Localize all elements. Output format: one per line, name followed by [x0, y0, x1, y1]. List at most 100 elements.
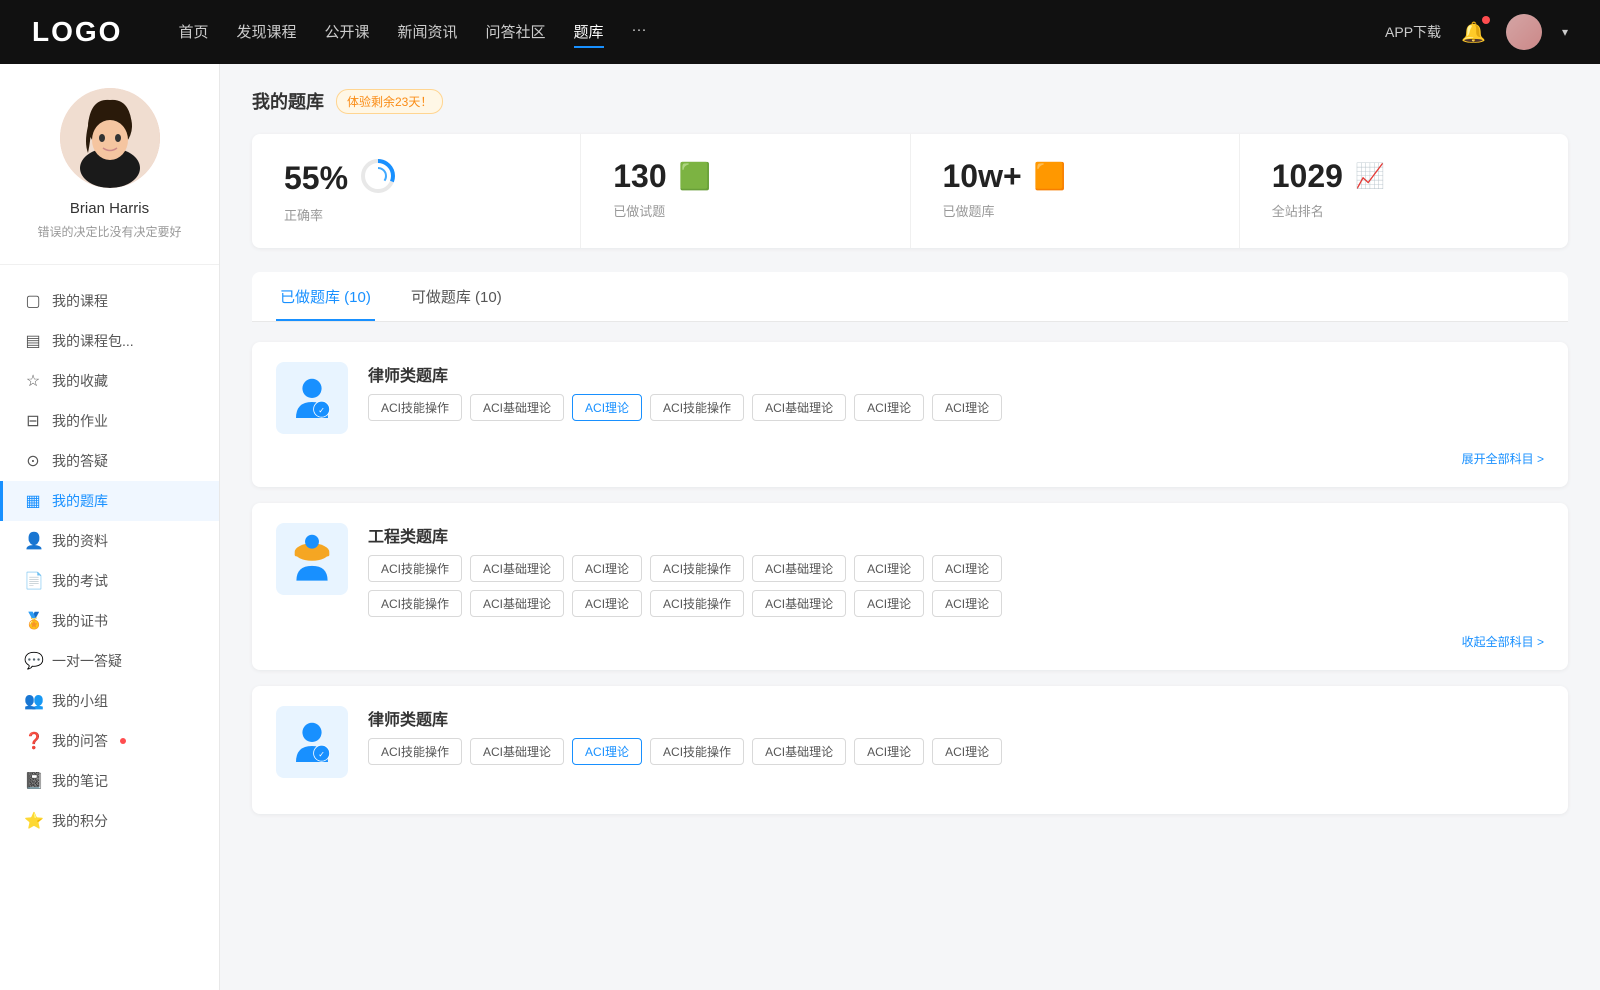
tag-3-3[interactable]: ACI技能操作: [650, 738, 744, 765]
notification-bell[interactable]: 🔔: [1461, 20, 1486, 45]
notes-icon: 📓: [24, 771, 42, 791]
done-banks-label: 已做题库: [943, 201, 1207, 220]
stat-ranking: 1029 📈 全站排名: [1240, 134, 1568, 248]
tag-1-3[interactable]: ACI技能操作: [650, 394, 744, 421]
engineer-icon: [286, 533, 338, 585]
sidebar-item-my-qa[interactable]: ❓ 我的问答: [0, 721, 219, 761]
tag-2-4[interactable]: ACI基础理论: [752, 555, 846, 582]
lawyer-icon-wrap: ✓: [276, 362, 348, 434]
list-green-icon: 🟩: [679, 161, 711, 192]
qbank-icon: ▦: [24, 491, 42, 511]
expand-btn-1[interactable]: 展开全部科目 >: [276, 450, 1544, 467]
qbank-tags-3: ACI技能操作 ACI基础理论 ACI理论 ACI技能操作 ACI基础理论 AC…: [368, 738, 1002, 765]
qbank-card-lawyer-2: ✓ 律师类题库 ACI技能操作 ACI基础理论 ACI理论 ACI技能操作 AC…: [252, 686, 1568, 814]
tag-2-6[interactable]: ACI理论: [932, 555, 1002, 582]
user-motto: 错误的决定比没有决定要好: [16, 223, 203, 240]
avatar[interactable]: [1506, 14, 1542, 50]
nav-more[interactable]: ···: [632, 17, 647, 48]
tag-2-7[interactable]: ACI技能操作: [368, 590, 462, 617]
tag-3-4[interactable]: ACI基础理论: [752, 738, 846, 765]
nav-news[interactable]: 新闻资讯: [398, 17, 458, 48]
tag-1-6[interactable]: ACI理论: [932, 394, 1002, 421]
nav-discover[interactable]: 发现课程: [236, 17, 296, 48]
qbank-title-3: 律师类题库: [368, 706, 1002, 730]
sidebar-item-course-packages[interactable]: ▤ 我的课程包...: [0, 321, 219, 361]
tag-2-3[interactable]: ACI技能操作: [650, 555, 744, 582]
tab-done[interactable]: 已做题库 (10): [276, 272, 375, 321]
certificate-icon: 🏅: [24, 611, 42, 631]
sidebar-item-favorites[interactable]: ☆ 我的收藏: [0, 361, 219, 401]
sidebar-item-groups[interactable]: 👥 我的小组: [0, 681, 219, 721]
engineer-icon-wrap: [276, 523, 348, 595]
tag-1-0[interactable]: ACI技能操作: [368, 394, 462, 421]
tag-2-9[interactable]: ACI理论: [572, 590, 642, 617]
nav-open-course[interactable]: 公开课: [324, 17, 369, 48]
accuracy-label: 正确率: [284, 205, 548, 224]
file-icon: 📄: [24, 571, 42, 591]
unread-badge: [120, 738, 126, 744]
lawyer-icon: ✓: [288, 374, 336, 422]
tag-2-12[interactable]: ACI理论: [854, 590, 924, 617]
nav-right: APP下载 🔔 ▾: [1385, 14, 1568, 50]
tag-3-6[interactable]: ACI理论: [932, 738, 1002, 765]
page-title: 我的题库: [252, 88, 324, 114]
chevron-down-icon[interactable]: ▾: [1562, 25, 1568, 39]
nav-items: 首页 发现课程 公开课 新闻资讯 问答社区 题库 ···: [178, 17, 1353, 48]
sidebar-item-homework[interactable]: ⊟ 我的作业: [0, 401, 219, 441]
tag-1-4[interactable]: ACI基础理论: [752, 394, 846, 421]
qbank-title-2: 工程类题库: [368, 523, 1002, 547]
points-icon: ⭐: [24, 811, 42, 831]
chat-icon: 💬: [24, 651, 42, 671]
sidebar-item-qbank[interactable]: ▦ 我的题库: [0, 481, 219, 521]
user-name: Brian Harris: [16, 200, 203, 217]
app-download-button[interactable]: APP下载: [1385, 22, 1441, 42]
sidebar-item-profile[interactable]: 👤 我的资料: [0, 521, 219, 561]
trial-badge: 体验剩余23天！: [336, 89, 443, 114]
done-questions-label: 已做试题: [613, 201, 877, 220]
star-icon: ☆: [24, 371, 42, 391]
nav-qbank[interactable]: 题库: [574, 17, 604, 48]
stat-done-questions: 130 🟩 已做试题: [581, 134, 910, 248]
profile-avatar: [60, 88, 160, 188]
tag-3-2[interactable]: ACI理论: [572, 738, 642, 765]
tag-2-0[interactable]: ACI技能操作: [368, 555, 462, 582]
tabs-row: 已做题库 (10) 可做题库 (10): [252, 272, 1568, 322]
tag-2-11[interactable]: ACI基础理论: [752, 590, 846, 617]
tag-2-10[interactable]: ACI技能操作: [650, 590, 744, 617]
qbank-card-lawyer-1: ✓ 律师类题库 ACI技能操作 ACI基础理论 ACI理论 ACI技能操作 AC…: [252, 342, 1568, 487]
done-questions-value: 130: [613, 158, 666, 195]
navbar: LOGO 首页 发现课程 公开课 新闻资讯 问答社区 题库 ··· APP下载 …: [0, 0, 1600, 64]
tag-1-1[interactable]: ACI基础理论: [470, 394, 564, 421]
svg-text:✓: ✓: [318, 406, 325, 415]
tag-1-2[interactable]: ACI理论: [572, 394, 642, 421]
tag-2-2[interactable]: ACI理论: [572, 555, 642, 582]
avatar-illustration: [60, 88, 160, 188]
collapse-btn-2[interactable]: 收起全部科目 >: [276, 633, 1544, 650]
tag-2-8[interactable]: ACI基础理论: [470, 590, 564, 617]
nav-home[interactable]: 首页: [178, 17, 208, 48]
qbank-tags-2-row2: ACI技能操作 ACI基础理论 ACI理论 ACI技能操作 ACI基础理论 AC…: [368, 590, 1002, 617]
sidebar-item-questions[interactable]: ⊙ 我的答疑: [0, 441, 219, 481]
main-content: 我的题库 体验剩余23天！ 55% 正确率: [220, 64, 1600, 990]
sidebar-item-points[interactable]: ⭐ 我的积分: [0, 801, 219, 841]
sidebar-item-my-courses[interactable]: ▢ 我的课程: [0, 281, 219, 321]
bar-chart-icon: ▤: [24, 331, 42, 351]
tab-available[interactable]: 可做题库 (10): [407, 272, 506, 321]
tag-3-1[interactable]: ACI基础理论: [470, 738, 564, 765]
nav-qa[interactable]: 问答社区: [486, 17, 546, 48]
tag-2-1[interactable]: ACI基础理论: [470, 555, 564, 582]
qbank-title-1: 律师类题库: [368, 362, 1002, 386]
sidebar-item-one-on-one[interactable]: 💬 一对一答疑: [0, 641, 219, 681]
tag-3-5[interactable]: ACI理论: [854, 738, 924, 765]
sidebar-item-notes[interactable]: 📓 我的笔记: [0, 761, 219, 801]
sidebar-item-certificate[interactable]: 🏅 我的证书: [0, 601, 219, 641]
tag-3-0[interactable]: ACI技能操作: [368, 738, 462, 765]
sidebar-profile: Brian Harris 错误的决定比没有决定要好: [0, 88, 219, 265]
sidebar-item-exam[interactable]: 📄 我的考试: [0, 561, 219, 601]
tag-2-13[interactable]: ACI理论: [932, 590, 1002, 617]
stats-row: 55% 正确率 130 🟩 已做试题: [252, 134, 1568, 248]
lawyer-icon-2: ✓: [288, 718, 336, 766]
document-icon: ▢: [24, 291, 42, 311]
tag-2-5[interactable]: ACI理论: [854, 555, 924, 582]
tag-1-5[interactable]: ACI理论: [854, 394, 924, 421]
